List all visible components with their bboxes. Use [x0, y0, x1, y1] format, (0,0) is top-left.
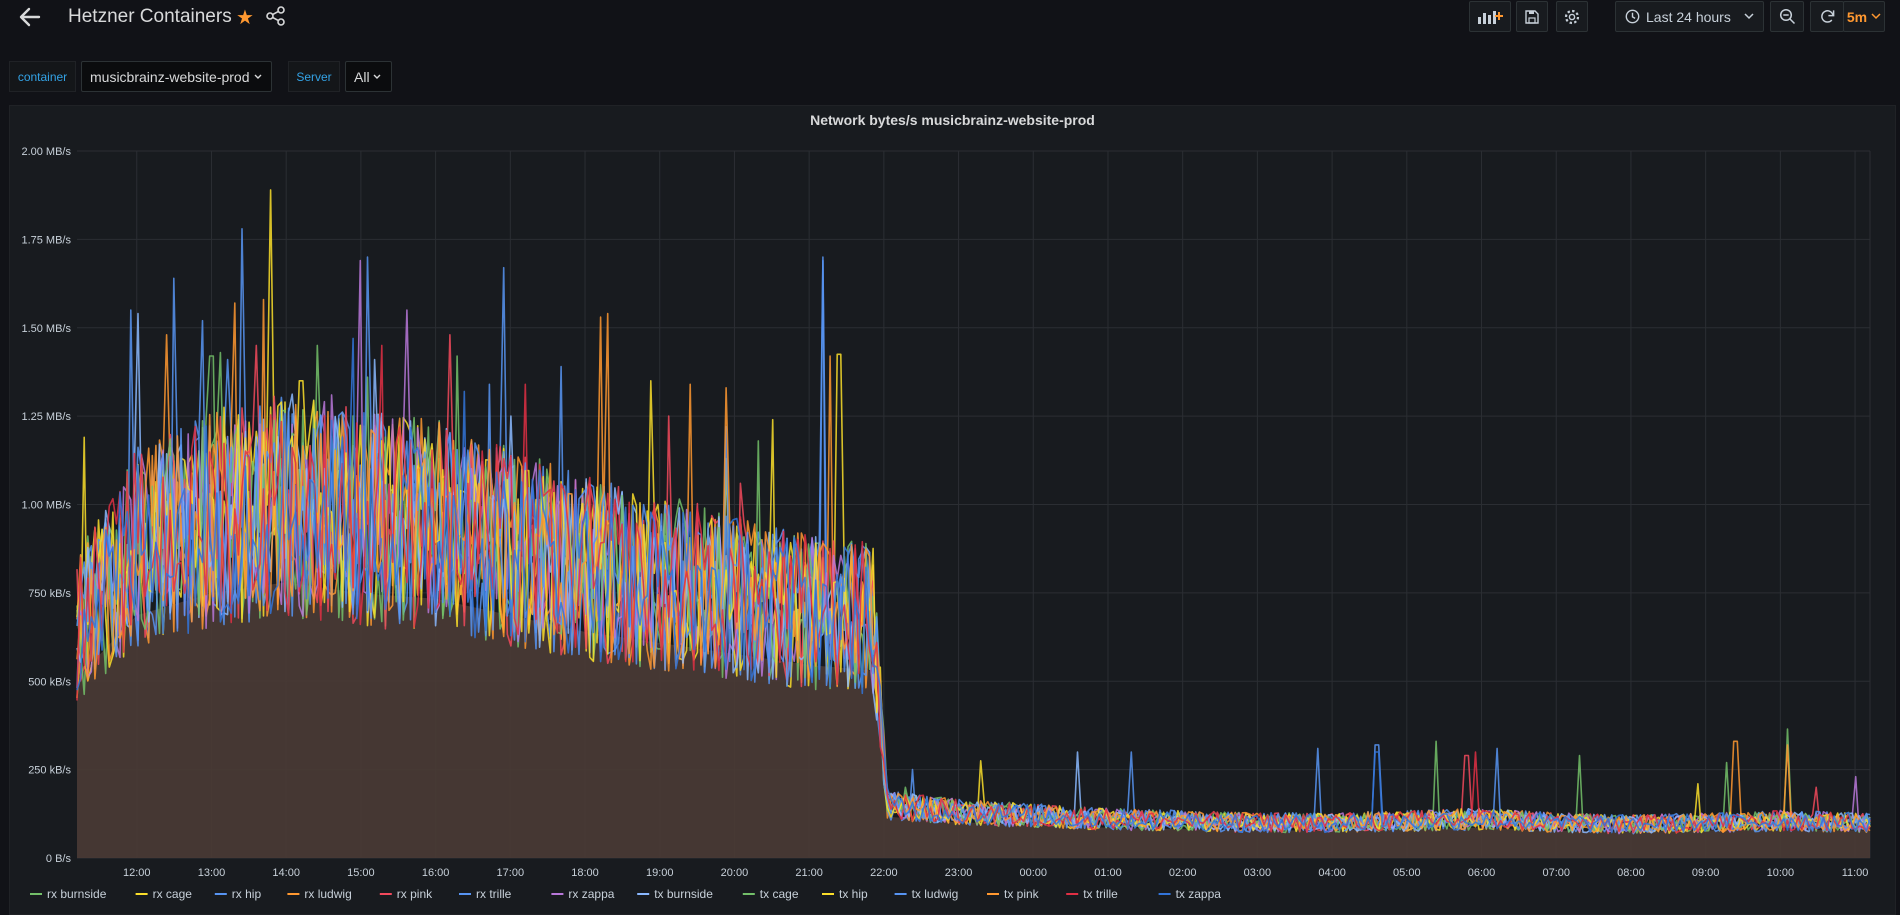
chevron-down-icon	[1744, 13, 1754, 20]
refresh-button[interactable]	[1810, 1, 1844, 32]
variable-value-container: musicbrainz-website-prod	[90, 68, 250, 85]
refresh-interval-picker[interactable]: 5m	[1843, 1, 1885, 32]
settings-icon	[1564, 9, 1580, 24]
refresh-icon	[1820, 10, 1834, 23]
share-icon[interactable]	[266, 6, 286, 26]
dashboard-title[interactable]: Hetzner Containers	[68, 6, 232, 28]
chevron-down-icon	[254, 74, 262, 79]
time-range-picker[interactable]: Last 24 hours	[1615, 1, 1764, 32]
arrow-left-icon[interactable]	[18, 6, 44, 28]
variable-label-container: container	[9, 61, 76, 92]
panel-title[interactable]: Network bytes/s musicbrainz-website-prod	[10, 112, 1895, 128]
variable-value-server: All	[354, 68, 370, 85]
dashboard-settings-button[interactable]	[1556, 1, 1588, 32]
zoom-out-icon	[1779, 8, 1795, 25]
save-icon	[1525, 9, 1539, 24]
variable-select-container[interactable]: musicbrainz-website-prod	[81, 61, 272, 92]
dashboard-header: Hetzner Containers ★ Last 24 hours 5m	[0, 0, 1900, 36]
save-dashboard-button[interactable]	[1516, 1, 1548, 32]
add-panel-button[interactable]	[1469, 1, 1511, 32]
add-panel-icon	[1478, 10, 1503, 24]
zoom-out-button[interactable]	[1770, 1, 1804, 32]
variable-select-server[interactable]: All	[345, 61, 392, 92]
graph-panel[interactable]: Network bytes/s musicbrainz-website-prod	[9, 105, 1896, 915]
variable-label-server: Server	[288, 61, 340, 92]
chevron-down-icon	[373, 74, 381, 79]
chevron-down-icon	[1871, 13, 1881, 20]
time-range-label: Last 24 hours	[1646, 8, 1731, 25]
clock-icon	[1625, 9, 1640, 24]
star-icon[interactable]: ★	[236, 5, 254, 30]
refresh-interval-label: 5m	[1846, 8, 1868, 25]
